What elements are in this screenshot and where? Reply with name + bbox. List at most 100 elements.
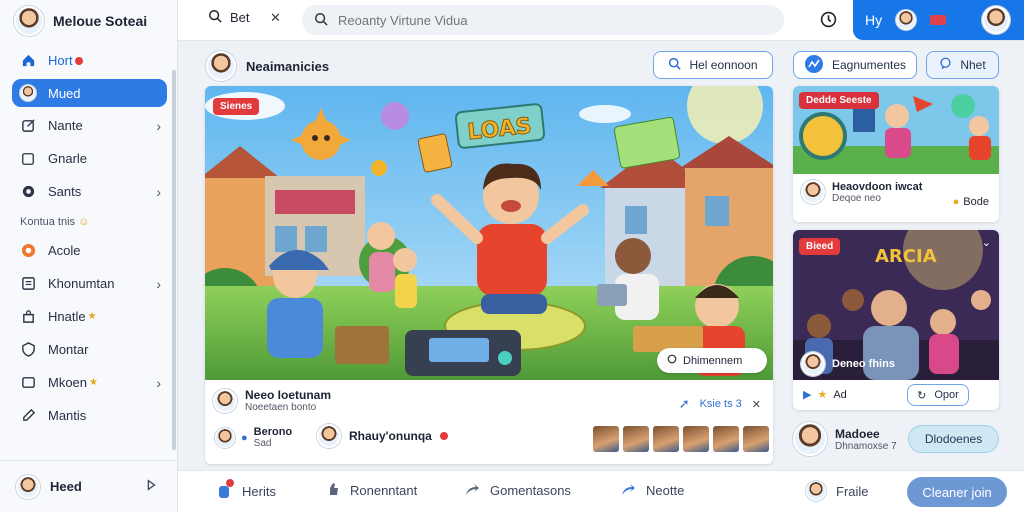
hero-illustration: LOAS xyxy=(205,86,773,380)
sidebar-item-home[interactable]: Hort xyxy=(12,44,167,77)
reactions[interactable]: ▶ ★ Ad xyxy=(803,388,847,402)
sidebar-item-box[interactable]: Mkoen ★ › xyxy=(12,366,167,399)
side-card[interactable]: ARCIA Bieed ⌄ Deneo fhins ▶ ★ Ad ↻ Opor xyxy=(793,230,999,410)
hero-image[interactable]: LOAS Sienes Dhimennem xyxy=(205,86,773,380)
topbar: Bet ✕ Hy xyxy=(178,0,1024,41)
sidebar-item-edit[interactable]: Mantis xyxy=(12,399,167,432)
side-card-image: Dedde Seeste xyxy=(793,86,999,174)
profile-avatar[interactable] xyxy=(982,6,1011,34)
participant-avatar xyxy=(215,427,235,448)
participant-item[interactable]: ● Berono Sad xyxy=(215,426,292,449)
search-icon xyxy=(314,12,328,29)
search-bar[interactable] xyxy=(302,5,784,35)
account-label: Hy xyxy=(865,12,883,28)
side-card-author[interactable]: Heaovdoon iwcat Deqoe neo xyxy=(801,180,922,204)
thumbnail[interactable] xyxy=(653,426,679,452)
sidebar-item-label: Acole xyxy=(48,243,81,258)
sidebar-item-square[interactable]: Gnarle xyxy=(12,142,167,175)
sidebar-item-profile[interactable]: Mued xyxy=(12,79,167,107)
chat-button[interactable]: Nhet xyxy=(926,51,999,79)
author-avatar xyxy=(213,388,237,413)
timer-icon[interactable] xyxy=(820,11,837,31)
thumbnail[interactable] xyxy=(683,426,709,452)
feed-header: Neaimanicies xyxy=(206,51,329,81)
sidebar-item-settings[interactable]: Sants › xyxy=(12,175,167,208)
status-dot xyxy=(439,432,448,440)
sidebar-item-bag[interactable]: Hnatle ★ xyxy=(12,300,167,333)
side-card[interactable]: Dedde Seeste Heaovdoon iwcat Deqoe neo ●… xyxy=(793,86,999,222)
bottom-item-neotte[interactable]: Neotte xyxy=(620,481,684,500)
chevron-right-icon: › xyxy=(156,183,161,200)
sidebar-item-circle[interactable]: Acole xyxy=(12,234,167,267)
suggested-person[interactable]: Madoee Dhnamoxse 7 xyxy=(793,422,897,456)
star-icon: ★ xyxy=(817,389,828,401)
clock-icon xyxy=(667,354,677,367)
thumbnail[interactable] xyxy=(743,426,769,452)
close-icon[interactable]: ✕ xyxy=(270,10,281,26)
list-icon xyxy=(20,276,36,292)
sidebar-item-label: Sants xyxy=(48,184,82,199)
bottom-item-fraile[interactable]: Fraile xyxy=(806,481,869,501)
author-avatar xyxy=(801,180,825,204)
sidebar-item-compose[interactable]: Nante › xyxy=(12,109,167,142)
brand[interactable]: Meloue Soteai xyxy=(14,6,147,36)
bag-icon xyxy=(20,309,36,325)
side-card-badge: Bieed xyxy=(799,238,841,255)
hero-overlay-pill[interactable]: Dhimennem xyxy=(657,348,767,373)
open-button[interactable]: ↻ Opor xyxy=(907,384,969,406)
participant-item[interactable]: Rhauy'onunqa xyxy=(317,424,448,448)
author-name: Neeo Ioetunam xyxy=(245,388,332,402)
sidebar-footer[interactable]: Heed xyxy=(0,460,178,512)
hero-badge: Sienes xyxy=(213,98,260,115)
side-card-tag[interactable]: ● Bode xyxy=(953,196,989,208)
sidebar-scrollbar[interactable] xyxy=(172,70,176,450)
chevron-down-icon[interactable]: ⌄ xyxy=(982,236,991,249)
shield-icon xyxy=(20,342,36,358)
feed-avatar xyxy=(206,51,236,81)
side-card-author[interactable]: Deneo fhins xyxy=(801,352,895,376)
coin-icon: ● xyxy=(952,196,960,208)
side-card-image: ARCIA Bieed ⌄ Deneo fhins xyxy=(793,230,999,380)
thumbnail[interactable] xyxy=(623,426,649,452)
tab-search[interactable]: Bet xyxy=(208,9,250,26)
square-icon xyxy=(20,151,36,167)
search-icon xyxy=(208,9,222,26)
sidebar-item-label: Hort xyxy=(48,53,73,68)
main-post-card[interactable]: LOAS Sienes Dhimennem Neeo Ioetunam Noee… xyxy=(205,86,773,464)
logout-icon[interactable] xyxy=(144,478,158,495)
compose-icon xyxy=(20,118,36,134)
chevron-right-icon: › xyxy=(156,275,161,292)
thumbnail[interactable] xyxy=(713,426,739,452)
arrow-icon: ➚ xyxy=(678,396,690,411)
home-icon xyxy=(20,53,36,69)
post-author[interactable]: Neeo Ioetunam Noeetaen bonto xyxy=(213,388,331,413)
filter-button[interactable]: Eagnumentes xyxy=(793,51,917,79)
feed-action-button[interactable]: Hel eonnoon xyxy=(653,51,773,79)
refresh-icon: ↻ xyxy=(917,389,927,402)
bottom-item-gomentasons[interactable]: Gomentasons xyxy=(464,481,571,500)
user-avatar xyxy=(806,481,826,501)
bottom-item-ronenntant[interactable]: Ronenntant xyxy=(324,481,417,500)
account-panel[interactable]: Hy xyxy=(853,0,1024,40)
tab-label: Bet xyxy=(230,10,250,25)
follow-button[interactable]: Dlodoenes xyxy=(908,425,999,453)
sidebar-item-label: Mued xyxy=(48,85,81,101)
thumbnail[interactable] xyxy=(593,426,619,452)
sidebar-item-label: Gnarle xyxy=(48,151,88,166)
thumbnail-strip xyxy=(593,426,769,452)
search-input[interactable] xyxy=(338,12,758,28)
sidebar-item-list[interactable]: Khonumtan › xyxy=(12,267,167,300)
chat-icon xyxy=(939,57,952,73)
join-button[interactable]: Cleaner join xyxy=(907,477,1007,507)
hand-icon xyxy=(216,479,234,502)
bottom-item-herits[interactable]: Herits xyxy=(216,479,276,502)
like-icon: ▶ xyxy=(803,389,812,401)
close-icon[interactable]: ✕ xyxy=(752,398,761,411)
sidebar: Meloue Soteai Hort Mued Nante › Gnarle S… xyxy=(0,0,178,512)
sidebar-item-shield[interactable]: Montar xyxy=(12,333,167,366)
feed-title: Neaimanicies xyxy=(246,58,330,74)
chevron-right-icon: › xyxy=(156,117,161,134)
post-link[interactable]: ➚ Ksie ts 3 ✕ xyxy=(679,396,761,412)
brand-avatar xyxy=(14,6,44,36)
reaction-icon: ● xyxy=(241,431,248,444)
